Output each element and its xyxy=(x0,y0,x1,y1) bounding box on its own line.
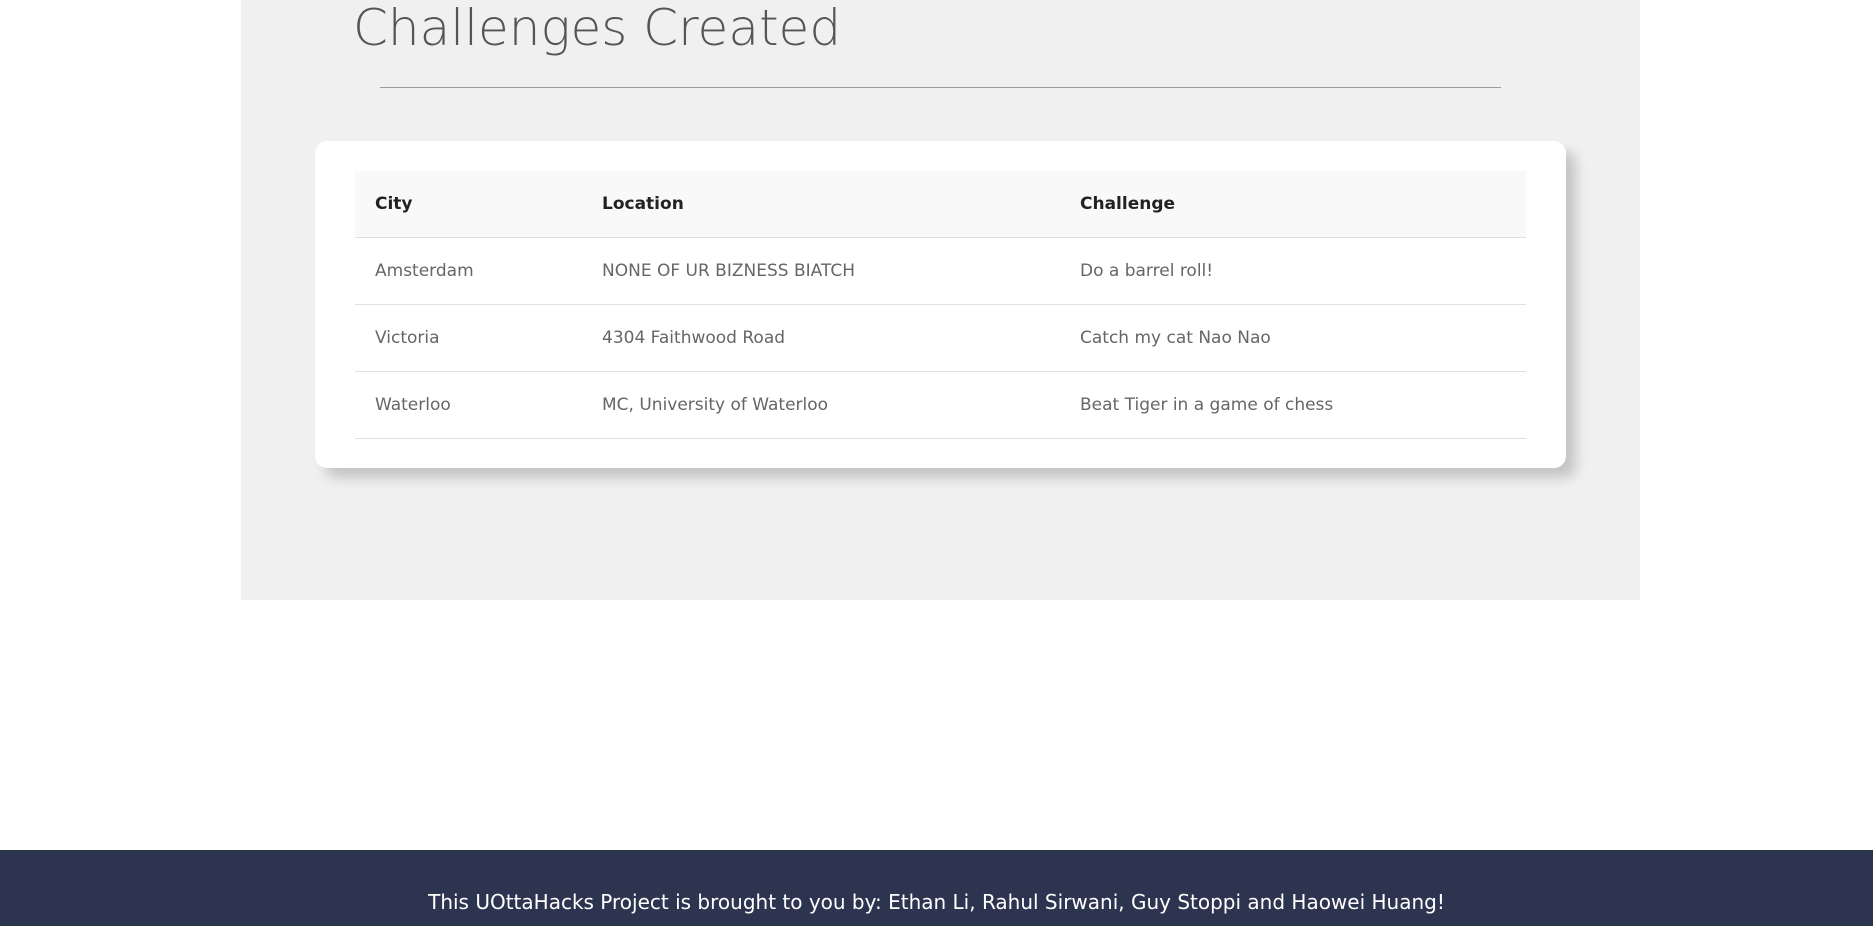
column-header-city: City xyxy=(355,171,582,238)
cell-location: MC, University of Waterloo xyxy=(582,371,1060,439)
cell-challenge: Beat Tiger in a game of chess xyxy=(1060,371,1526,439)
cell-city: Amsterdam xyxy=(355,237,582,305)
cell-challenge: Do a barrel roll! xyxy=(1060,237,1526,305)
column-header-location: Location xyxy=(582,171,1060,238)
footer-credits: This UOttaHacks Project is brought to yo… xyxy=(428,890,1445,914)
cell-location: 4304 Faithwood Road xyxy=(582,304,1060,372)
page-footer: This UOttaHacks Project is brought to yo… xyxy=(0,850,1873,926)
table-row: Waterloo MC, University of Waterloo Beat… xyxy=(355,371,1526,439)
challenges-section: Challenges Created City Location Challen… xyxy=(241,0,1640,600)
table-header-row: City Location Challenge xyxy=(355,171,1526,238)
title-divider xyxy=(380,87,1501,88)
table-row: Victoria 4304 Faithwood Road Catch my ca… xyxy=(355,304,1526,372)
column-header-challenge: Challenge xyxy=(1060,171,1526,238)
cell-city: Victoria xyxy=(355,304,582,372)
cell-location: NONE OF UR BIZNESS BIATCH xyxy=(582,237,1060,305)
cell-challenge: Catch my cat Nao Nao xyxy=(1060,304,1526,372)
cell-city: Waterloo xyxy=(355,371,582,439)
table-row: Amsterdam NONE OF UR BIZNESS BIATCH Do a… xyxy=(355,237,1526,305)
page-title: Challenges Created xyxy=(353,0,842,57)
challenges-card: City Location Challenge Amsterdam NONE O… xyxy=(315,141,1566,468)
challenges-table: City Location Challenge Amsterdam NONE O… xyxy=(355,171,1526,439)
